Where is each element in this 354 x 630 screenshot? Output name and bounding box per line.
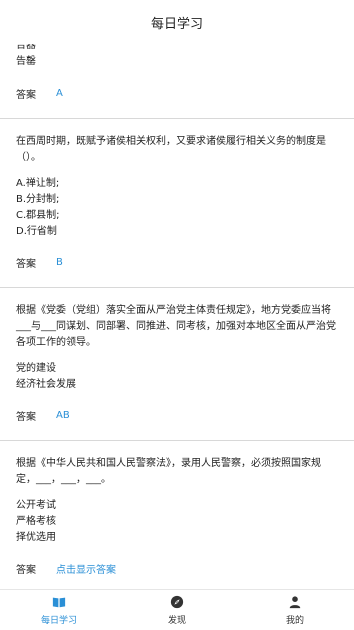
answer-row: 答案 点击显示答案 bbox=[16, 560, 338, 576]
tab-label: 每日学习 bbox=[40, 615, 77, 626]
show-answer-link[interactable]: 点击显示答案 bbox=[56, 561, 116, 576]
answer-label: 答案 bbox=[16, 258, 36, 270]
tab-label: 发现 bbox=[167, 615, 186, 626]
question-card: 在西周时期，既赋予诸侯相关权利，又要求诸侯履行相关义务的制度是（）。 A.禅让制… bbox=[0, 119, 354, 288]
app-header: 每日学习 bbox=[0, 0, 354, 44]
answer-value: B bbox=[56, 256, 63, 268]
question-card: 告器 告罄 答案 A bbox=[0, 44, 354, 119]
question-text: 根据《党委（党组）落实全面从严治党主体责任规定》，地方党委应当将___与___同… bbox=[16, 305, 336, 348]
answer-label: 答案 bbox=[16, 411, 36, 423]
option-item: 经济社会发展 bbox=[16, 379, 76, 390]
option-item: 择优选用 bbox=[16, 532, 56, 543]
tab-mine[interactable]: 我的 bbox=[236, 590, 354, 630]
question-card: 根据《中华人民共和国人民警察法》，录用人民警察，必须按照国家规定，___，___… bbox=[0, 441, 354, 590]
compass-icon bbox=[170, 595, 184, 608]
question-text: 在西周时期，既赋予诸侯相关权利，又要求诸侯履行相关义务的制度是（）。 bbox=[16, 136, 326, 163]
answer-label: 答案 bbox=[16, 564, 36, 576]
answer-row: 答案 AB bbox=[16, 407, 338, 423]
option-item: 党的建设 bbox=[16, 363, 56, 374]
person-icon bbox=[289, 595, 301, 608]
question-card: 根据《党委（党组）落实全面从严治党主体责任规定》，地方党委应当将___与___同… bbox=[0, 288, 354, 441]
tab-daily-study[interactable]: 每日学习 bbox=[0, 590, 118, 630]
option-item: A.禅让制; bbox=[16, 178, 60, 189]
option-item: 严格考核 bbox=[16, 516, 56, 527]
option-item: 公开考试 bbox=[16, 500, 56, 511]
option-item: C.郡县制; bbox=[16, 210, 60, 221]
option-item: D.行省制 bbox=[16, 226, 57, 237]
book-icon bbox=[52, 597, 66, 607]
answer-row: 答案 B bbox=[16, 254, 338, 270]
answer-label: 答案 bbox=[16, 89, 36, 101]
answer-value: AB bbox=[56, 409, 70, 421]
bottom-tab-bar: 每日学习 发现 我的 bbox=[0, 589, 354, 630]
question-text: 根据《中华人民共和国人民警察法》，录用人民警察，必须按照国家规定，___，___… bbox=[16, 458, 321, 485]
question-list[interactable]: 告器 告罄 答案 A 在西周时期，既赋予诸侯相关权利，又要求诸侯履行相关义务的制… bbox=[0, 44, 354, 590]
page-title: 每日学习 bbox=[150, 16, 203, 32]
tab-label: 我的 bbox=[285, 615, 304, 626]
tab-discover[interactable]: 发现 bbox=[118, 590, 236, 630]
option-item: 告器 bbox=[16, 44, 36, 51]
answer-value: A bbox=[56, 87, 63, 99]
answer-row: 答案 A bbox=[16, 85, 338, 101]
option-item: 告罄 bbox=[16, 56, 36, 67]
option-item: B.分封制; bbox=[16, 194, 60, 205]
